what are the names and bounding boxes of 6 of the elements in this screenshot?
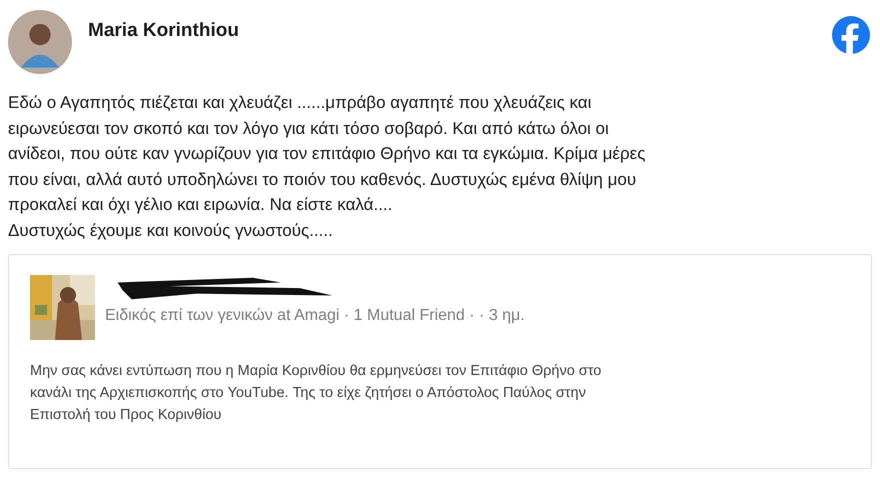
comment-text: Μην σας κάνει εντύπωση που η Μαρία Κορινθίου θα ερμηνεύσει τον Επιτάφιο Θρήνο στο κανάλι της Αρχιεπισκοπής στο YouTube. Της το είχε ζητήσει ο Απόστολος Παύλος στην Επιστολή του Προς Κορινθίου — [30, 362, 602, 425]
author-name[interactable]: Maria Korinthiou — [88, 20, 239, 42]
post-text: Εδώ ο Αγαπητός πιέζεται και χλευάζει ......μπράβο αγαπητέ που χλευάζεις και ειρωνεύεσαι τον σκοπό και τον λόγο για κάτι τόσο σοβαρό. Και από κάτω όλοι οι ανίδεοι, που ούτε καν γνωρίζουν για τον επιτάφιο Θρήνο και τα εγκώμια. Κρίμα μέρες που είναι, αλλά αυτό υποδηλώνει το ποιόν του καθενός. Δυστυχώς εμένα θλίψη μου προκαλεί και όχι γέλιο και ειρωνία. Να είστε καλά.... Δυστυχώς έχουμε και κοινούς γνωστούς..... — [8, 92, 646, 242]
avatar-icon[interactable] — [8, 10, 72, 74]
facebook-logo-icon — [832, 16, 870, 54]
commenter-subtitle: Ειδικός επί των γενικών at Amagi · 1 Mutual Friend · · 3 ημ. — [105, 307, 525, 325]
